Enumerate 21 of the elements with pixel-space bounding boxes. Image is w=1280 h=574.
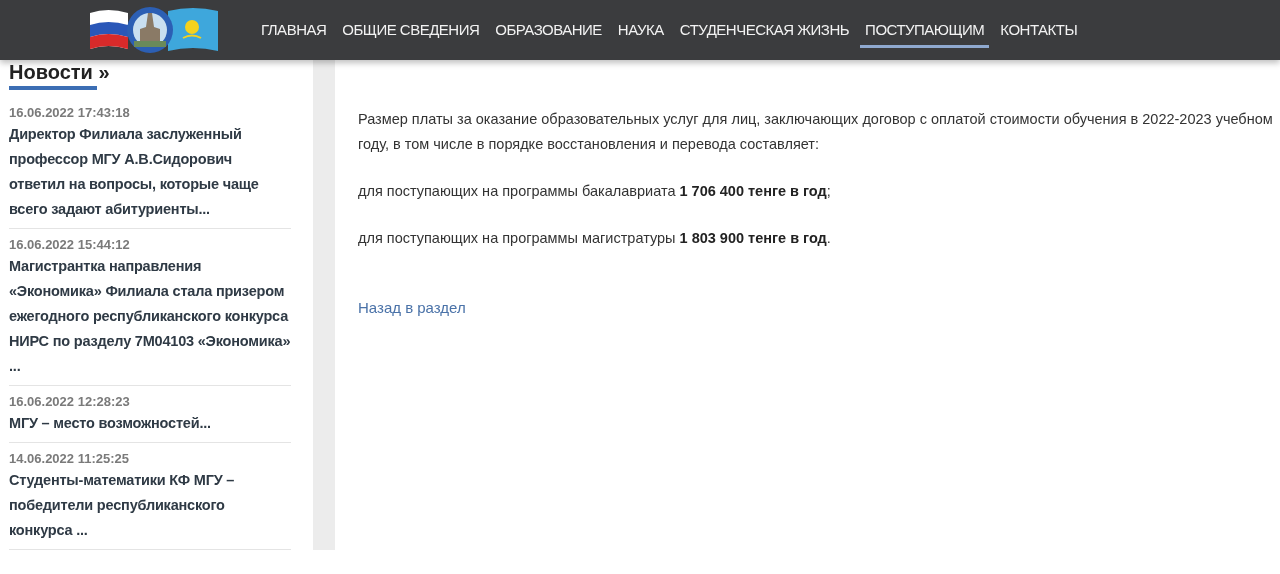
news-title-link[interactable]: Директор Филиала заслуженный профессор МГУ А.В.Сидорович ответил на вопросы, которые чаще всего задают абитуриенты... bbox=[9, 122, 291, 222]
nav-link[interactable]: КОНТАКТЫ bbox=[995, 16, 1083, 48]
article-paragraph: для поступающих на программы магистратуры 1 803 900 тенге в год. bbox=[358, 229, 832, 248]
nav-link[interactable]: НАУКА bbox=[612, 16, 669, 48]
nav-link[interactable]: ПОСТУПАЮЩИМ bbox=[860, 16, 990, 48]
news-title-link[interactable]: Магистрантка направления «Экономика» Филиала стала призером ежегодного республиканского конкурса НИРС по разделу 7М04103 «Экономика» ... bbox=[9, 254, 291, 379]
news-date: 16.06.2022 15:44:12 bbox=[9, 236, 131, 254]
section-heading[interactable]: Новости » bbox=[9, 61, 110, 83]
nav-link[interactable]: ОБЩИЕ СВЕДЕНИЯ bbox=[337, 16, 485, 48]
news-date: 14.06.2022 11:25:25 bbox=[9, 450, 130, 468]
back-link[interactable]: Назад в раздел bbox=[358, 299, 466, 316]
nav-link[interactable]: ОБРАЗОВАНИЕ bbox=[490, 16, 607, 48]
news-date: 16.06.2022 17:43:18 bbox=[9, 104, 131, 122]
nav-link[interactable]: ГЛАВНАЯ bbox=[256, 16, 332, 48]
news-date: 16.06.2022 12:28:23 bbox=[9, 393, 131, 411]
logo[interactable] bbox=[88, 5, 220, 55]
nav-link[interactable]: СТУДЕНЧЕСКАЯ ЖИЗНЬ bbox=[674, 16, 855, 48]
article-paragraph: для поступающих на программы бакалавриата 1 706 400 тенге в год; bbox=[358, 182, 832, 201]
news-title-link[interactable]: МГУ – место возможностей... bbox=[9, 411, 291, 436]
news-title-link[interactable]: Студенты-математики КФ МГУ – победители республиканского конкурса ... bbox=[9, 468, 291, 543]
article-paragraph: Размер платы за оказание образовательных услуг для лиц, заключающих договор с оплатой стоимости обучения в 2022-2023 учебном году, в том числе в порядке восстановления и перевода составляет: bbox=[358, 110, 1274, 154]
